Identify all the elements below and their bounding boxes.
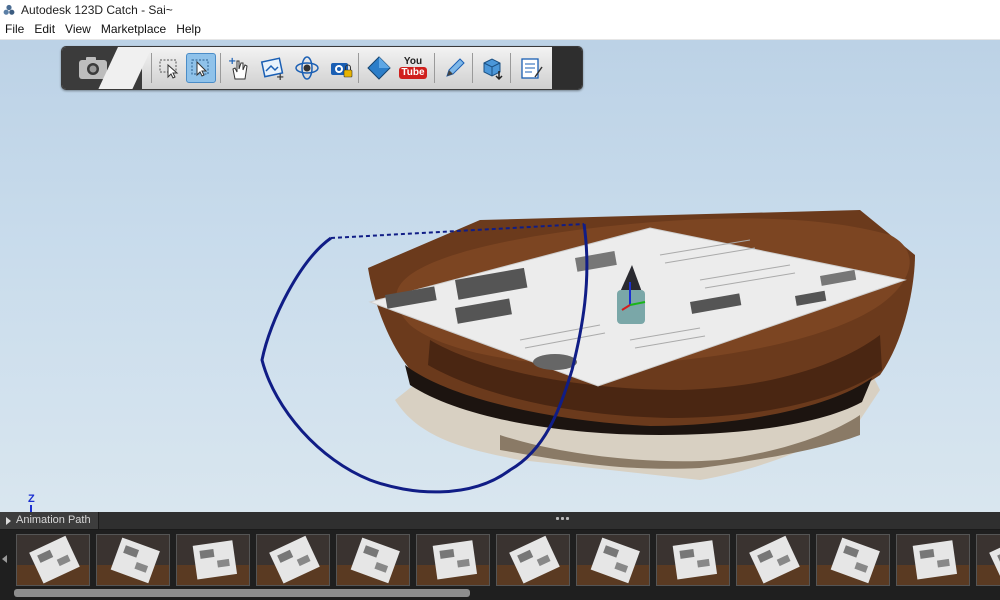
svg-text:+: +	[276, 72, 284, 81]
diamond-icon	[367, 56, 391, 80]
axis-z-label: Z	[28, 493, 35, 505]
photo-edit-icon: +	[260, 57, 284, 81]
menu-marketplace[interactable]: Marketplace	[96, 22, 171, 36]
animation-path-tab[interactable]: Animation Path	[0, 512, 99, 529]
hand-add-icon: +	[228, 56, 248, 80]
filmstrip-frame[interactable]	[576, 534, 650, 586]
youtube-button[interactable]: You Tube	[398, 53, 428, 83]
filmstrip-frame[interactable]	[496, 534, 570, 586]
filmstrip-frame[interactable]	[896, 534, 970, 586]
orbit-icon	[295, 56, 319, 80]
filmstrip-frame[interactable]	[976, 534, 1000, 586]
youtube-icon: You Tube	[399, 56, 427, 79]
select-rect-button[interactable]	[154, 53, 184, 83]
filmstrip-frame[interactable]	[96, 534, 170, 586]
animation-path-label: Animation Path	[16, 514, 91, 526]
menu-file[interactable]: File	[0, 22, 29, 36]
animation-panel-header: Animation Path	[0, 512, 1000, 530]
publish-button[interactable]	[364, 53, 394, 83]
export-button[interactable]	[478, 53, 508, 83]
svg-text:+: +	[228, 56, 236, 67]
camera-lock-icon	[331, 63, 353, 78]
toolbar-end-cap	[552, 47, 582, 89]
filmstrip-scrollbar[interactable]	[14, 589, 470, 597]
scene-model	[260, 210, 915, 494]
menu-view[interactable]: View	[60, 22, 96, 36]
filmstrip[interactable]	[0, 530, 1000, 600]
orbit-button[interactable]	[292, 53, 322, 83]
select-arrow-button[interactable]	[186, 53, 216, 83]
filmstrip-frame[interactable]	[256, 534, 330, 586]
filmstrip-frame[interactable]	[16, 534, 90, 586]
filmstrip-frame[interactable]	[176, 534, 250, 586]
filmstrip-left-arrow-icon[interactable]	[2, 555, 7, 563]
filmstrip-frame[interactable]	[656, 534, 730, 586]
cube-export-icon	[483, 58, 503, 81]
notes-button[interactable]	[516, 53, 546, 83]
menu-edit[interactable]: Edit	[29, 22, 60, 36]
select-arrow-icon	[191, 59, 209, 77]
axis-gizmo: Z X Y	[16, 493, 64, 512]
menu-bar: File Edit View Marketplace Help	[0, 19, 1000, 40]
app-icon	[3, 4, 15, 15]
retake-photo-button[interactable]: +	[258, 53, 288, 83]
filmstrip-frame[interactable]	[416, 534, 490, 586]
pen-icon	[446, 58, 465, 77]
youtube-text-top: You	[403, 56, 423, 67]
title-bar: Autodesk 123D Catch - Sai~	[0, 0, 1000, 19]
add-reference-button[interactable]: +	[224, 53, 254, 83]
select-rect-icon	[159, 59, 179, 79]
notes-icon	[521, 58, 543, 79]
pen-button[interactable]	[440, 53, 470, 83]
3d-viewport[interactable]: Z X Y	[0, 40, 1000, 512]
filmstrip-frame[interactable]	[736, 534, 810, 586]
youtube-text-bottom: Tube	[399, 67, 427, 79]
main-toolbar: + + You Tube	[61, 46, 583, 90]
filmstrip-frame[interactable]	[816, 534, 890, 586]
filmstrip-frame[interactable]	[336, 534, 410, 586]
lock-camera-button[interactable]	[326, 53, 356, 83]
animation-panel: Animation Path	[0, 512, 1000, 600]
panel-grip-icon[interactable]	[556, 517, 569, 520]
window-title: Autodesk 123D Catch - Sai~	[21, 2, 173, 17]
menu-help[interactable]: Help	[171, 22, 206, 36]
expand-triangle-icon	[6, 516, 11, 525]
